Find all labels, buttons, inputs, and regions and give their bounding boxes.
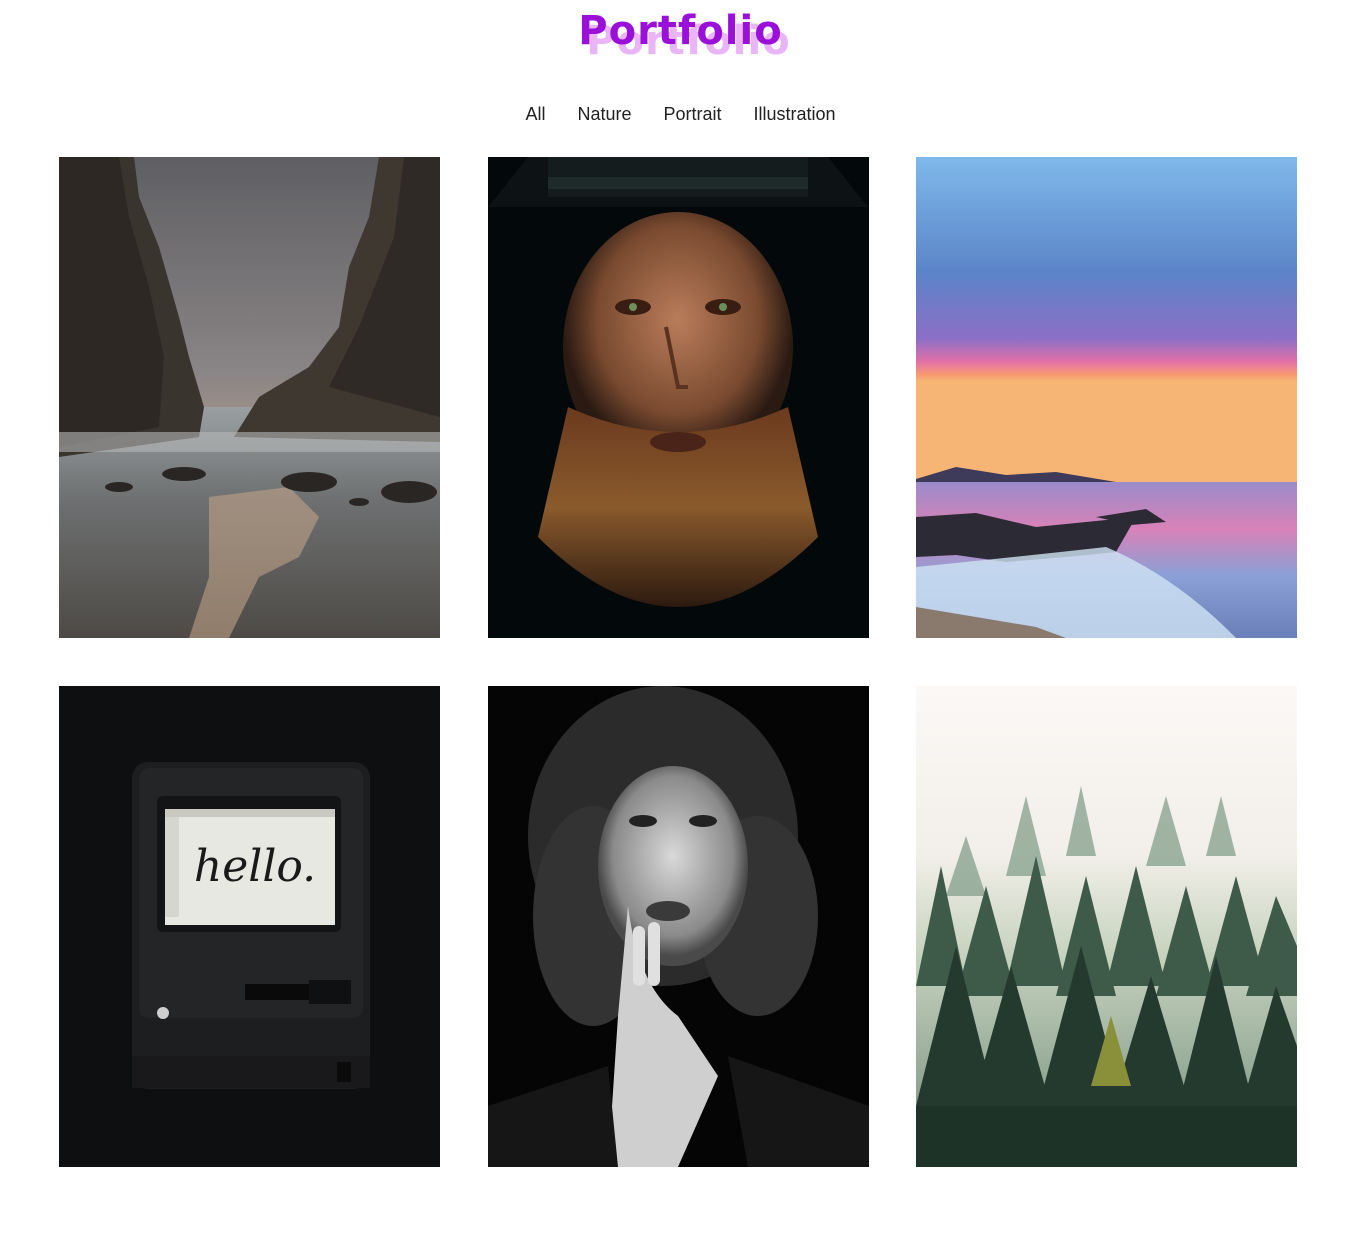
gallery-item-rocky-beach[interactable] [59,157,440,638]
woman-portrait-image [488,686,869,1167]
filter-nav: All Nature Portrait Illustration [0,101,1361,127]
filter-nature[interactable]: Nature [577,101,631,127]
retro-computer-image: hello. [59,686,440,1167]
page-title: Portfolio Portfolio [578,8,789,64]
filter-illustration[interactable]: Illustration [754,101,836,127]
filter-all[interactable]: All [525,101,545,127]
pink-sunset-image [916,157,1297,638]
rocky-beach-image [59,157,440,638]
screen-hello-text: hello. [194,841,316,892]
gallery-item-bearded-man[interactable] [488,157,869,638]
bearded-man-image [488,157,869,638]
page-title-text: Portfolio [578,8,783,54]
gallery-item-misty-forest[interactable] [916,686,1297,1167]
gallery-item-retro-computer[interactable]: hello. [59,686,440,1167]
gallery-item-woman-portrait[interactable] [488,686,869,1167]
filter-portrait[interactable]: Portrait [663,101,721,127]
page-header: Portfolio Portfolio [0,8,1361,64]
gallery-item-pink-sunset[interactable] [916,157,1297,638]
misty-forest-image [916,686,1297,1167]
